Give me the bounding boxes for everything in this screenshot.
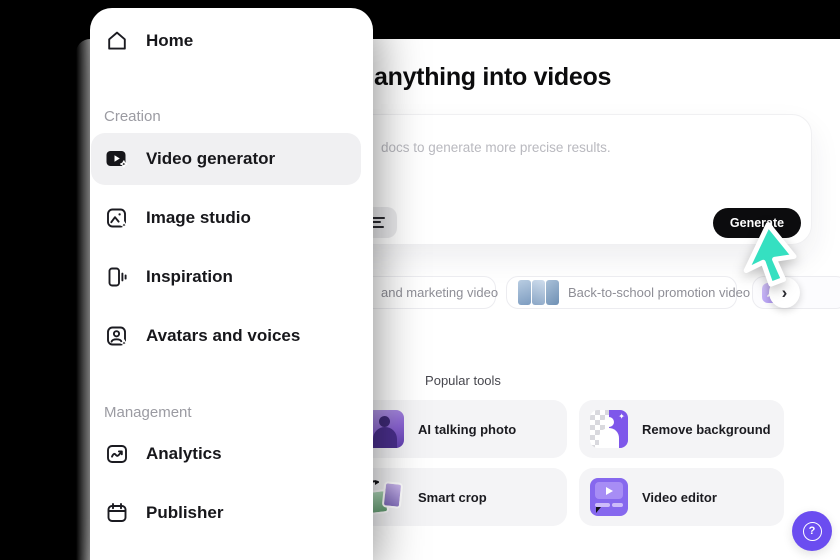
sidebar-item-avatars-and-voices[interactable]: Avatars and voices [98, 314, 365, 358]
sidebar-section-management: Management [104, 404, 192, 421]
sidebar-item-label: Publisher [146, 503, 223, 523]
remove-background-icon: ✦ [590, 410, 628, 448]
page-title: anything into videos [374, 63, 611, 92]
tool-card-remove-background[interactable]: ✦ Remove background [579, 400, 784, 458]
tool-card-video-editor[interactable]: Video editor [579, 468, 784, 526]
avatars-voices-icon [104, 323, 130, 349]
video-editor-icon [590, 478, 628, 516]
sidebar-item-publisher[interactable]: Publisher [98, 491, 365, 535]
analytics-icon [104, 441, 130, 467]
sparkle-icon: ✦ [618, 413, 625, 421]
home-icon [104, 28, 130, 54]
suggestion-chip-back-to-school[interactable]: Back-to-school promotion video [506, 276, 737, 309]
prompt-placeholder: docs to generate more precise results. [381, 140, 611, 155]
help-button[interactable]: ? [792, 511, 832, 551]
popular-tools-title: Popular tools [355, 373, 571, 388]
tool-label: Remove background [642, 422, 771, 437]
sidebar: Home Creation Video generator [90, 8, 373, 560]
sidebar-item-image-studio[interactable]: Image studio [98, 196, 365, 240]
tool-label: Smart crop [418, 490, 487, 505]
suggestion-label: and marketing video [381, 285, 498, 300]
sidebar-section-creation: Creation [104, 108, 161, 125]
inspiration-icon [104, 264, 130, 290]
video-generator-icon [104, 146, 130, 172]
sidebar-item-label: Home [146, 31, 193, 51]
sidebar-item-label: Analytics [146, 444, 222, 464]
sidebar-item-label: Video generator [146, 149, 275, 169]
tool-card-smart-crop[interactable]: Smart crop [355, 468, 567, 526]
sidebar-item-label: Avatars and voices [146, 326, 300, 346]
question-icon: ? [803, 522, 822, 541]
app-screen: anything into videos docs to generate mo… [0, 0, 840, 560]
image-studio-icon [104, 205, 130, 231]
sidebar-item-label: Inspiration [146, 267, 233, 287]
sidebar-item-label: Image studio [146, 208, 251, 228]
sidebar-item-inspiration[interactable]: Inspiration [98, 255, 365, 299]
tool-label: AI talking photo [418, 422, 516, 437]
sidebar-item-video-generator[interactable]: Video generator [91, 133, 361, 185]
publisher-calendar-icon [104, 500, 130, 526]
suggestion-thumbnails [518, 280, 559, 305]
tool-label: Video editor [642, 490, 717, 505]
script-lines-icon [372, 217, 385, 228]
suggestion-label: Back-to-school promotion video [568, 285, 750, 300]
sidebar-item-home[interactable]: Home [98, 19, 365, 63]
sidebar-item-analytics[interactable]: Analytics [98, 432, 365, 476]
pointer-cursor-icon [740, 221, 802, 294]
tool-card-ai-talking-photo[interactable]: AI talking photo [355, 400, 567, 458]
